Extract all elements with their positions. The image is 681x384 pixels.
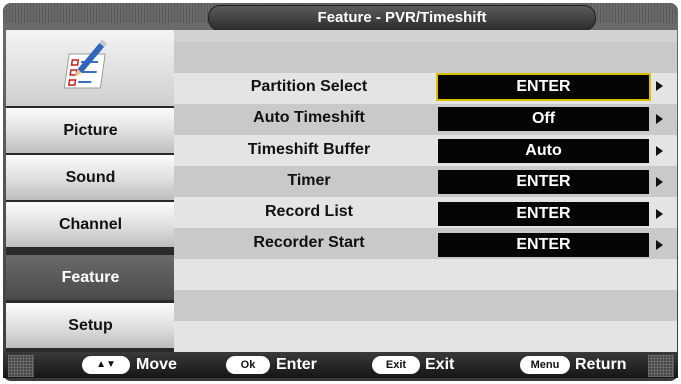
arrow-right-icon[interactable] [656, 146, 663, 156]
arrow-right-icon[interactable] [656, 177, 663, 187]
feature-icon-box [6, 30, 175, 108]
row-label-record-list: Record List [264, 203, 353, 220]
move-hint: Move [136, 356, 177, 373]
exit-hint: Exit [425, 356, 455, 373]
grid-patch [648, 355, 674, 377]
row-label-timer: Timer [287, 172, 331, 189]
checklist-pencil-icon [63, 40, 107, 89]
arrow-right-icon[interactable] [656, 240, 663, 250]
exit-key-icon: Exit [372, 356, 420, 374]
row-label-auto-timeshift: Auto Timeshift [253, 109, 365, 126]
menu-content: Partition Select ENTER Auto Timeshift Of… [174, 30, 677, 352]
enter-hint: Enter [276, 356, 317, 373]
sidebar-item-sound[interactable]: Sound [6, 155, 175, 200]
return-hint: Return [575, 356, 627, 373]
arrow-right-icon[interactable] [656, 114, 663, 124]
row-label-timeshift-buffer: Timeshift Buffer [247, 141, 371, 158]
auto-timeshift-value[interactable]: Off [438, 107, 649, 131]
arrow-right-icon[interactable] [656, 209, 663, 219]
stripe [174, 290, 677, 321]
grid-patch [8, 355, 34, 377]
menu-title: Feature - PVR/Timeshift [208, 5, 596, 31]
recorder-start-value[interactable]: ENTER [438, 233, 649, 257]
sidebar-item-feature[interactable]: Feature [6, 255, 175, 300]
sidebar-item-picture[interactable]: Picture [6, 108, 175, 153]
menu-key-icon: Menu [520, 356, 570, 374]
timeshift-buffer-value[interactable]: Auto [438, 139, 649, 163]
row-label-recorder-start: Recorder Start [253, 234, 365, 251]
sidebar-item-setup[interactable]: Setup [6, 303, 175, 348]
ok-key-icon: Ok [226, 356, 270, 374]
sidebar: Picture Sound Channel Feature Setup [6, 30, 175, 352]
stripe [174, 321, 677, 352]
record-list-value[interactable]: ENTER [438, 202, 649, 226]
timer-value[interactable]: ENTER [438, 170, 649, 194]
stripe [174, 42, 677, 73]
stripe [174, 259, 677, 290]
partition-select-value[interactable]: ENTER [436, 73, 651, 101]
sidebar-item-channel[interactable]: Channel [6, 202, 175, 247]
arrow-right-icon[interactable] [656, 81, 663, 91]
row-label-partition-select: Partition Select [250, 78, 368, 95]
move-key-icon: ▲▼ [82, 356, 130, 374]
